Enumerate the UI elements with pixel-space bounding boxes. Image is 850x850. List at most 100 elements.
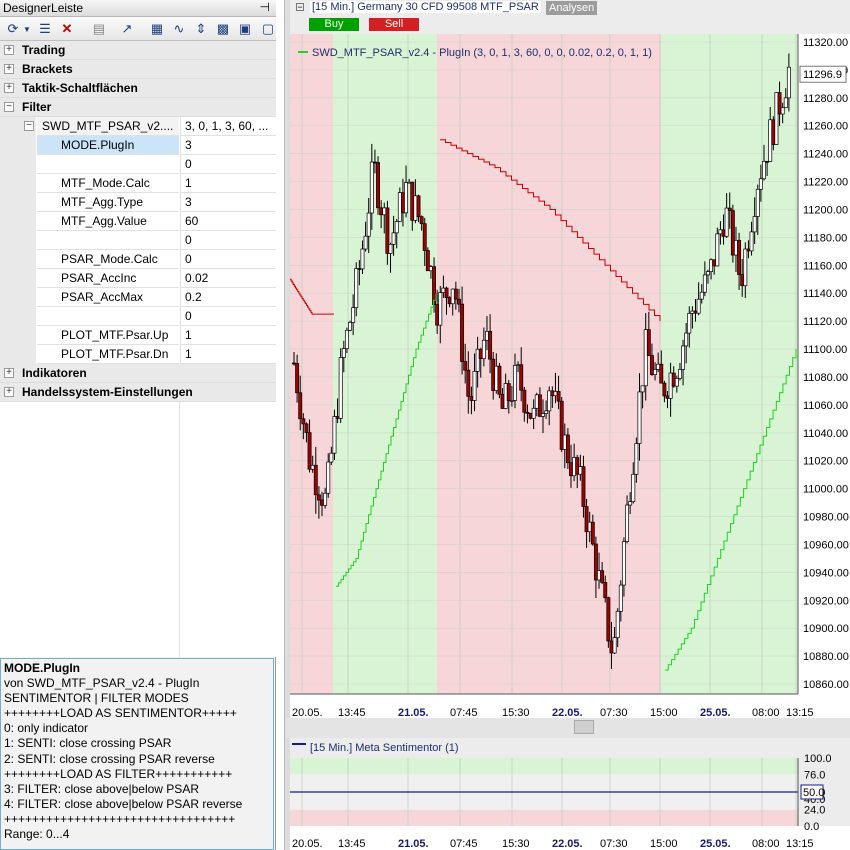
price-chart[interactable]: 11320.0011300.0011280.0011260.0011240.00… bbox=[290, 34, 850, 734]
candle-down bbox=[307, 432, 312, 470]
trend-icon[interactable]: ∿ bbox=[170, 20, 188, 38]
sentimentor-y-tick: 100.0 bbox=[804, 753, 832, 765]
indent bbox=[0, 212, 36, 231]
y-tick-label: 11020.00 bbox=[803, 456, 848, 468]
param-row[interactable]: 0 bbox=[0, 155, 276, 174]
candle-up bbox=[653, 369, 658, 376]
candle-up bbox=[351, 307, 356, 323]
param-row[interactable]: MODE.PlugIn 3 bbox=[0, 136, 276, 155]
candle-up bbox=[541, 413, 545, 417]
candle-up bbox=[699, 291, 704, 300]
arrows-icon[interactable]: ⇕ bbox=[192, 20, 210, 38]
expand-icon[interactable]: + bbox=[4, 387, 14, 397]
param-value[interactable]: 0 bbox=[180, 155, 276, 174]
scrollbar[interactable] bbox=[286, 718, 850, 738]
description-title: MODE.PlugIn bbox=[4, 661, 80, 675]
candle-down bbox=[765, 160, 770, 163]
candle-down bbox=[478, 348, 483, 360]
refresh-icon[interactable]: ⟳ bbox=[4, 20, 22, 38]
candle-down bbox=[372, 161, 377, 164]
chart-header: − [15 Min.] Germany 30 CFD 99508 MTF_PSA… bbox=[290, 0, 850, 34]
expand-icon[interactable]: + bbox=[4, 64, 14, 74]
param-value[interactable]: 0 bbox=[180, 231, 276, 250]
param-row[interactable]: PLOT_MTF.Psar.Up 1 bbox=[0, 326, 276, 345]
param-row[interactable]: 0 bbox=[0, 231, 276, 250]
param-value[interactable]: 1 bbox=[180, 174, 276, 193]
collapse-icon[interactable]: − bbox=[24, 121, 34, 131]
tab-analysen[interactable]: Analysen bbox=[546, 1, 598, 15]
param-value[interactable]: 3 bbox=[180, 136, 276, 155]
param-value[interactable]: 3 bbox=[180, 193, 276, 212]
buy-button[interactable]: Buy bbox=[309, 18, 359, 31]
sentimentor-x-tick: 21.05. bbox=[398, 838, 429, 850]
expand-icon[interactable]: + bbox=[4, 83, 14, 93]
param-row[interactable]: MTF_Agg.Type 3 bbox=[0, 193, 276, 212]
document-icon[interactable]: ▤ bbox=[90, 20, 108, 38]
param-value[interactable]: 0.2 bbox=[180, 288, 276, 307]
param-name: PSAR_AccInc bbox=[37, 269, 179, 288]
candle-down bbox=[432, 266, 437, 305]
param-row[interactable]: MTF_Agg.Value 60 bbox=[0, 212, 276, 231]
candle-up bbox=[780, 107, 785, 115]
grid-icon[interactable]: ▩ bbox=[214, 20, 232, 38]
candle-up bbox=[562, 434, 567, 450]
param-value[interactable]: 60 bbox=[180, 212, 276, 231]
collapse-icon[interactable]: − bbox=[296, 3, 304, 12]
param-value[interactable]: 0.02 bbox=[180, 269, 276, 288]
tree-group[interactable]: + Trading bbox=[0, 41, 276, 60]
sell-button[interactable]: Sell bbox=[369, 18, 419, 31]
tree-group[interactable]: − Filter bbox=[0, 98, 276, 117]
column-divider bbox=[179, 402, 180, 657]
expand-icon[interactable]: + bbox=[4, 368, 14, 378]
collapse-icon[interactable]: − bbox=[4, 102, 14, 112]
tree-group[interactable]: + Brackets bbox=[0, 60, 276, 79]
candle-up bbox=[553, 391, 558, 397]
param-value[interactable]: 1 bbox=[180, 326, 276, 345]
candle-up bbox=[749, 231, 754, 252]
table-icon[interactable]: ▣ bbox=[236, 20, 254, 38]
indent bbox=[0, 307, 36, 326]
candle-up bbox=[485, 331, 489, 341]
y-tick-label: 11060.00 bbox=[803, 400, 848, 412]
expand-icon[interactable]: + bbox=[4, 45, 14, 55]
param-row[interactable]: PSAR_Mode.Calc 0 bbox=[0, 250, 276, 269]
dropdown-arrow-icon[interactable]: ▼ bbox=[22, 20, 32, 38]
candle-down bbox=[575, 457, 580, 475]
param-row[interactable]: PLOT_MTF.Psar.Dn 1 bbox=[0, 345, 276, 364]
candle-down bbox=[777, 92, 782, 115]
param-row[interactable]: PSAR_AccMax 0.2 bbox=[0, 288, 276, 307]
candle-down bbox=[712, 259, 717, 267]
plugin-row[interactable]: − SWD_MTF_PSAR_v2.... 3, 0, 1, 3, 60, ... bbox=[0, 117, 276, 136]
param-row[interactable]: 0 bbox=[0, 307, 276, 326]
sentimentor-x-tick: 15:30 bbox=[502, 838, 530, 850]
candle-down bbox=[425, 250, 430, 272]
candle-up bbox=[441, 287, 446, 293]
param-value[interactable]: 1 bbox=[180, 345, 276, 364]
candle-down bbox=[463, 361, 468, 371]
bull-band bbox=[290, 758, 798, 775]
pin-icon[interactable]: ⊣ bbox=[260, 0, 270, 14]
sentimentor-x-tick: 13:45 bbox=[338, 838, 366, 850]
param-value[interactable]: 0 bbox=[180, 307, 276, 326]
param-row[interactable]: PSAR_AccInc 0.02 bbox=[0, 269, 276, 288]
candle-up bbox=[715, 233, 720, 267]
tree-group-label: Trading bbox=[22, 43, 66, 57]
param-name: PLOT_MTF.Psar.Up bbox=[37, 326, 179, 345]
sentimentor-x-tick: 15:00 bbox=[650, 838, 678, 850]
list-icon[interactable]: ☰ bbox=[36, 20, 54, 38]
candle-down bbox=[646, 329, 651, 356]
param-row[interactable]: MTF_Mode.Calc 1 bbox=[0, 174, 276, 193]
candle-down bbox=[649, 355, 654, 376]
candle-up bbox=[681, 345, 686, 370]
candle-up bbox=[612, 637, 617, 654]
tree-group[interactable]: + Handelssystem-Einstellungen bbox=[0, 383, 276, 402]
delete-icon[interactable]: ✕ bbox=[58, 20, 76, 38]
print-icon[interactable]: ▦ bbox=[148, 20, 166, 38]
candle-up bbox=[640, 385, 645, 393]
param-value[interactable]: 0 bbox=[180, 250, 276, 269]
chart-line-icon[interactable]: ↗ bbox=[118, 20, 136, 38]
tree-group[interactable]: + Taktik-Schaltflächen bbox=[0, 79, 276, 98]
tree-group[interactable]: + Indikatoren bbox=[0, 364, 276, 383]
window-icon[interactable]: ▢ bbox=[262, 20, 274, 38]
scrollbar-thumb[interactable] bbox=[574, 720, 594, 734]
